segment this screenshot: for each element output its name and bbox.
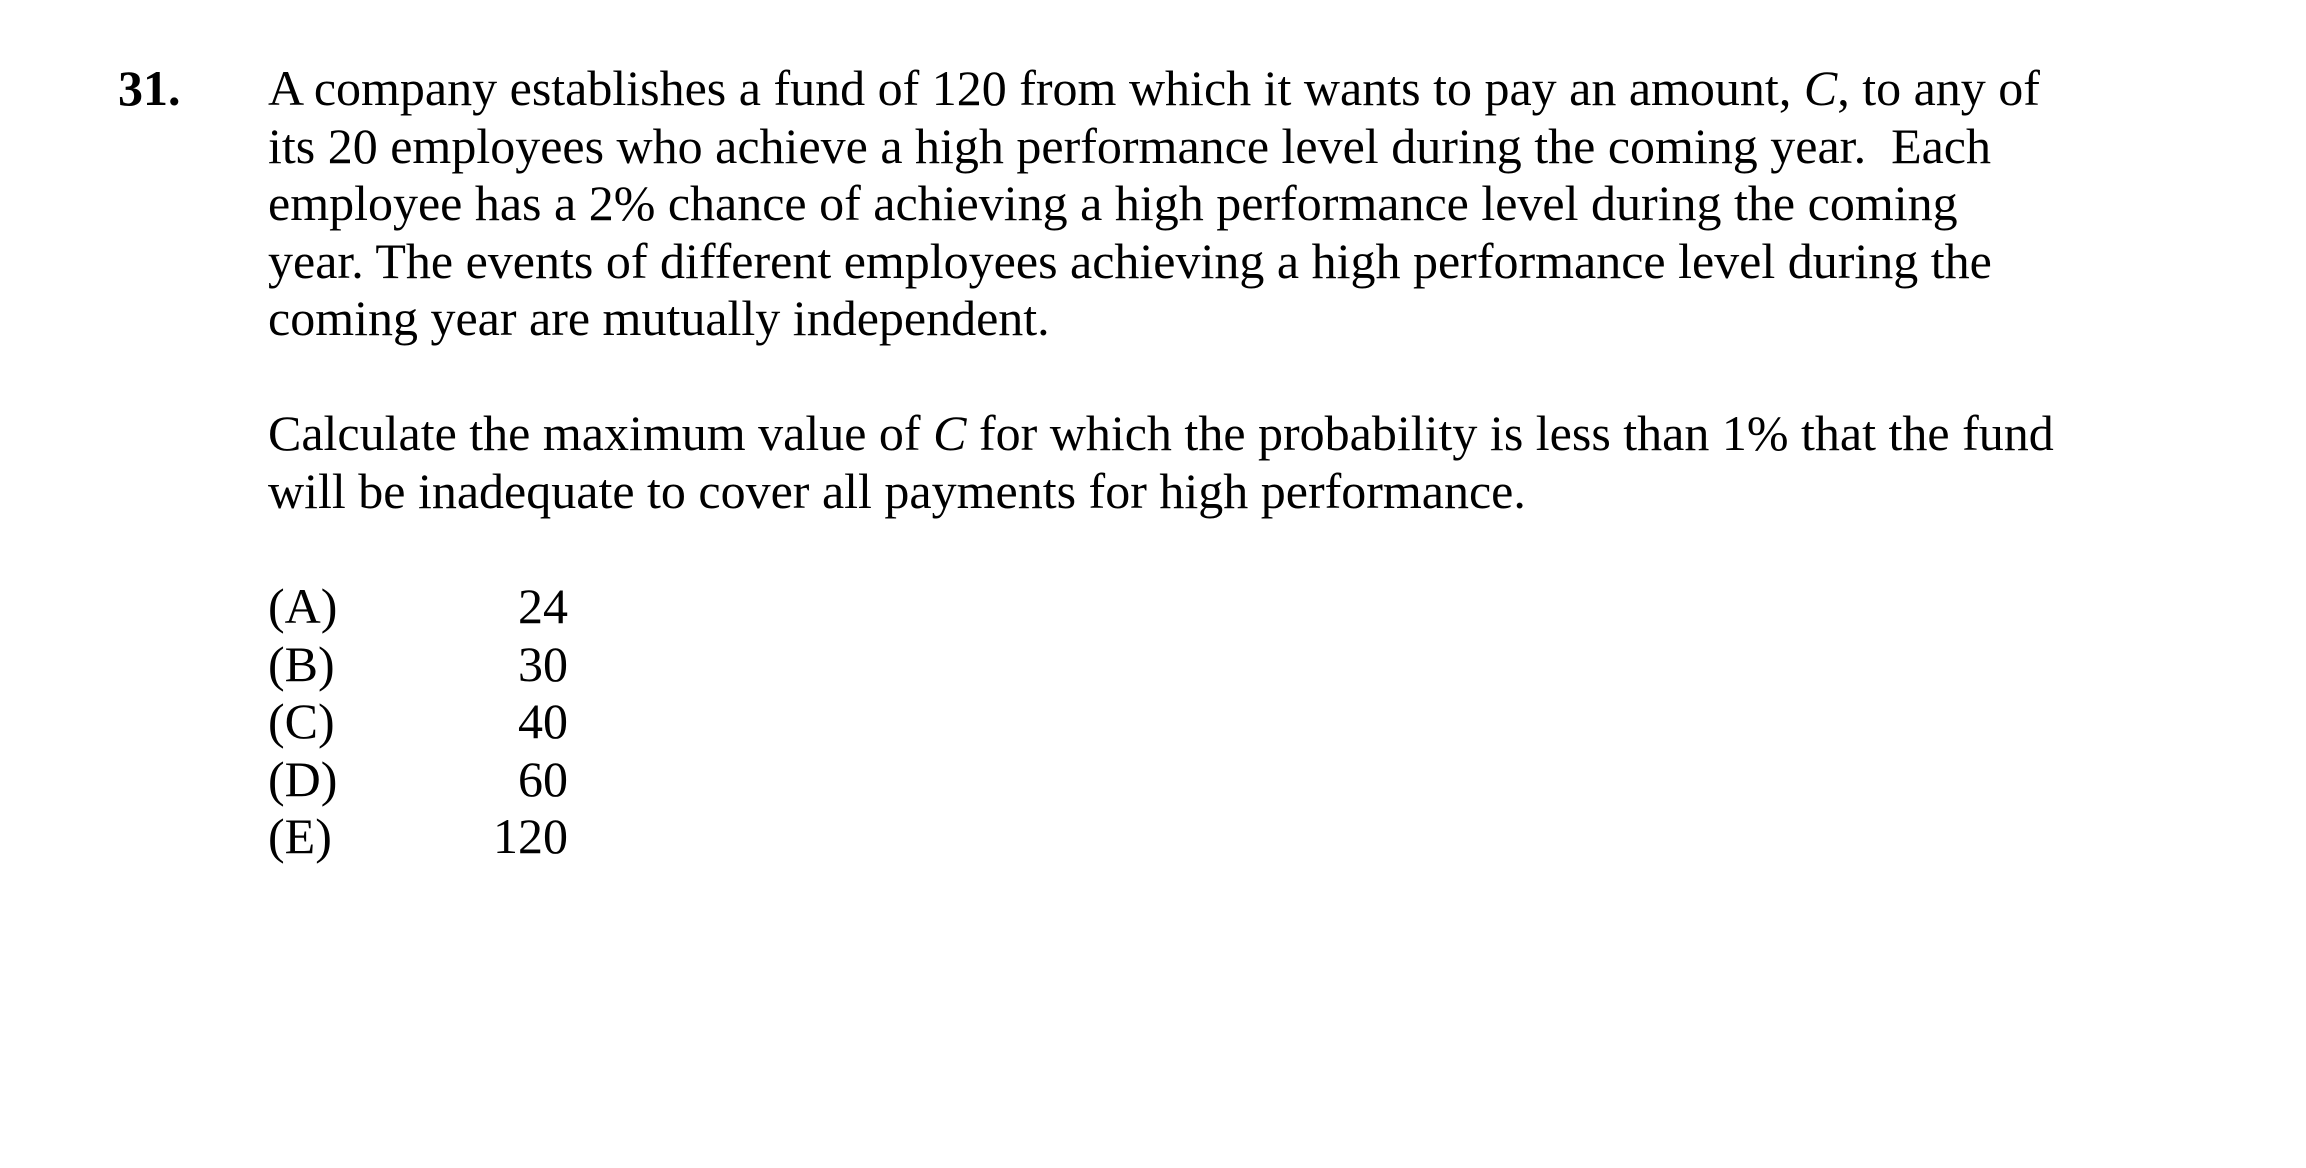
choice-e[interactable]: (E) 120 — [268, 808, 568, 866]
question-number: 31. — [118, 60, 181, 116]
choice-letter: (B) — [268, 635, 335, 692]
choice-value: 60 — [518, 750, 568, 807]
stem-line: employee has a 2% chance of achieving a … — [268, 175, 1958, 231]
question-prompt: Calculate the maximum value of C for whi… — [268, 405, 2168, 520]
answer-choices: (A) 24 (B) 30 (C) 40 (D) 60 (E) 120 — [268, 578, 568, 866]
choice-letter: (C) — [268, 693, 335, 749]
choice-b[interactable]: (B) 30 — [268, 636, 568, 694]
exam-problem: 31. A company establishes a fund of 120 … — [0, 0, 2306, 1168]
stem-line: its 20 employees who achieve a high perf… — [268, 117, 1991, 174]
choice-value: 24 — [518, 578, 568, 634]
stem-line: A company establishes a fund of 120 from… — [268, 60, 2040, 116]
prompt-line: will be inadequate to cover all payments… — [268, 462, 1526, 519]
question-stem: A company establishes a fund of 120 from… — [268, 60, 2168, 348]
choice-c[interactable]: (C) 40 — [268, 693, 568, 751]
choice-letter: (A) — [268, 578, 338, 634]
choice-a[interactable]: (A) 24 — [268, 578, 568, 636]
stem-line: year. The events of different employees … — [268, 232, 1992, 289]
variable-c: C — [933, 405, 967, 461]
choice-value: 30 — [518, 635, 568, 692]
choice-value: 120 — [493, 808, 568, 864]
choice-value: 40 — [518, 693, 568, 749]
variable-c: C — [1803, 60, 1838, 116]
choice-letter: (D) — [268, 750, 338, 807]
choice-letter: (E) — [268, 808, 332, 864]
stem-line: coming year are mutually independent. — [268, 290, 1050, 346]
prompt-line: Calculate the maximum value of C for whi… — [268, 405, 2054, 461]
choice-d[interactable]: (D) 60 — [268, 751, 568, 809]
